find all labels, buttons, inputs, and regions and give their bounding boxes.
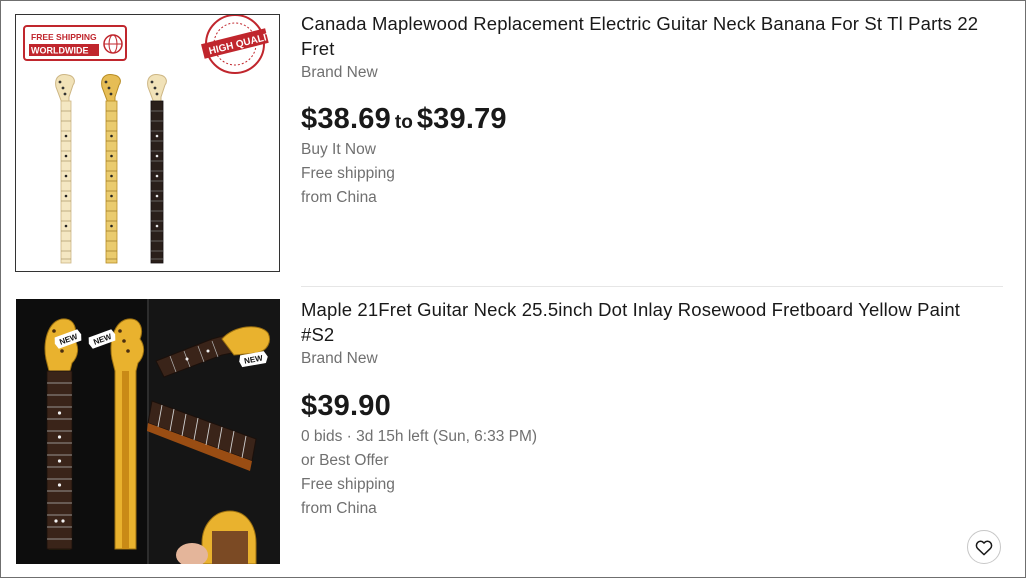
neck-amber <box>101 74 121 264</box>
price-low: $38.69 <box>301 103 391 135</box>
listing-info: Maple 21Fret Guitar Neck 25.5inch Dot In… <box>301 297 1001 521</box>
shipping-info: Free shipping <box>301 165 395 182</box>
buying-format: Buy It Now <box>301 141 376 158</box>
watch-button[interactable] <box>967 530 1001 564</box>
listing-title[interactable]: Maple 21Fret Guitar Neck 25.5inch Dot In… <box>301 297 981 347</box>
badge-free-shipping-line1: FREE SHIPPING <box>31 32 97 42</box>
listing-divider <box>301 286 1003 287</box>
best-offer: or Best Offer <box>301 452 389 469</box>
badge-free-shipping-line2: WORLDWIDE <box>31 46 89 56</box>
shipping-info: Free shipping <box>301 476 395 493</box>
price-high: $39.79 <box>416 103 507 135</box>
guitar-neck-photo: FREE SHIPPING WORLDWIDE HIGH QUALITY <box>23 15 279 264</box>
listing-card: NEW NEW NEW Maple 21Fret Guitar Neck 25.… <box>1 288 1025 577</box>
listing-condition: Brand New <box>301 350 378 367</box>
listing-image[interactable]: FREE SHIPPING WORLDWIDE HIGH QUALITY <box>15 14 280 272</box>
listing-card: FREE SHIPPING WORLDWIDE HIGH QUALITY Can… <box>1 1 1025 287</box>
guitar-neck-photo: NEW NEW NEW <box>16 299 280 564</box>
bid-info: 0 bids · 3d 15h left (Sun, 6:33 PM) <box>301 428 538 445</box>
neck-maple <box>55 74 75 264</box>
neck-rosewood <box>147 74 167 264</box>
listing-condition: Brand New <box>301 64 378 81</box>
item-location: from China <box>301 189 377 206</box>
search-results-panel: FREE SHIPPING WORLDWIDE HIGH QUALITY Can… <box>0 0 1026 578</box>
item-location: from China <box>301 500 377 517</box>
price-value: $39.90 <box>301 390 391 422</box>
price-range-separator: to <box>394 112 413 133</box>
price-range: $38.69 to $39.79 <box>301 100 1001 138</box>
price: $39.90 <box>301 387 1001 425</box>
listing-info: Canada Maplewood Replacement Electric Gu… <box>301 11 1001 210</box>
heart-icon <box>975 540 993 555</box>
listing-title[interactable]: Canada Maplewood Replacement Electric Gu… <box>301 11 981 61</box>
listing-image[interactable]: NEW NEW NEW <box>16 299 280 564</box>
